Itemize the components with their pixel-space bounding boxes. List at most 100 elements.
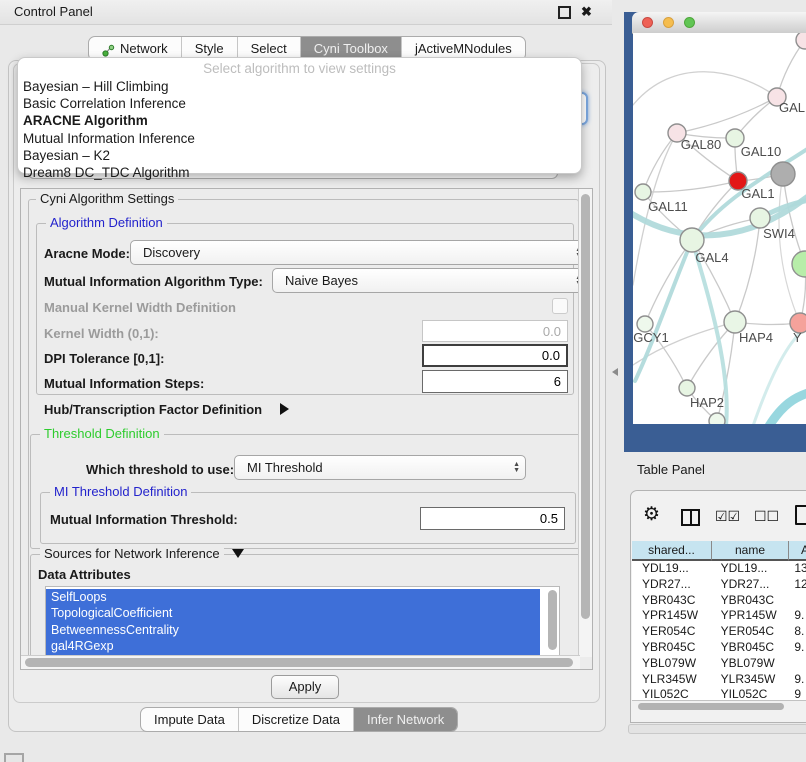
network-node[interactable] bbox=[709, 413, 725, 424]
control-panel-titlebar: Control Panel ✖ bbox=[0, 0, 612, 25]
panel-splitter-arrow[interactable] bbox=[612, 368, 618, 376]
algorithm-option-aracne-algorithm[interactable]: ARACNE Algorithm bbox=[23, 112, 577, 129]
mi-threshold-field[interactable]: 0.5 bbox=[420, 507, 565, 530]
table-cell: YBR043C bbox=[711, 593, 787, 609]
settings-vertical-scrollbar[interactable] bbox=[578, 189, 592, 657]
attribute-item-selfloops[interactable]: SelfLoops bbox=[46, 589, 540, 605]
dpi-tolerance-field[interactable]: 0.0 bbox=[422, 344, 568, 367]
mi-threshold-definition-title: MI Threshold Definition bbox=[50, 485, 191, 499]
network-edge bbox=[677, 97, 777, 133]
minimized-panel-icon[interactable] bbox=[4, 753, 24, 762]
mi-algorithm-type-combobox[interactable]: Naive Bayes ▲▼ bbox=[272, 268, 580, 293]
data-attributes-list: SelfLoopsTopologicalCoefficientBetweenne… bbox=[45, 586, 560, 656]
settings-hscroll-thumb[interactable] bbox=[25, 658, 573, 667]
table-cell: 9 bbox=[786, 687, 806, 700]
network-node[interactable] bbox=[796, 33, 806, 49]
algorithm-dropdown: Select algorithm to view settings Bayesi… bbox=[17, 57, 582, 174]
hub-definition-label: Hub/Transcription Factor Definition bbox=[44, 402, 262, 417]
table-cell: 13 bbox=[786, 561, 806, 577]
control-panel-title: Control Panel bbox=[14, 4, 93, 19]
mi-steps-field[interactable]: 6 bbox=[422, 370, 568, 393]
network-node[interactable] bbox=[635, 184, 651, 200]
network-window-titlebar[interactable] bbox=[632, 12, 806, 34]
table-horizontal-scrollbar[interactable] bbox=[632, 700, 806, 713]
network-canvas[interactable]: GALGAL80GAL10GAL1GAL11SWI4GAL4GCY1HAP4YH… bbox=[633, 33, 806, 424]
table-row[interactable]: YBR043CYBR043C bbox=[632, 593, 806, 609]
table-cell: YPR145W bbox=[632, 608, 711, 624]
table-row[interactable]: YDL19...YDL19...13 bbox=[632, 561, 806, 577]
table-row[interactable]: YER054CYER054C8. bbox=[632, 624, 806, 640]
table-row[interactable]: YBL079WYBL079W bbox=[632, 656, 806, 672]
sources-title: Sources for Network Inference bbox=[40, 547, 224, 561]
table-cell: YLR345W bbox=[711, 672, 787, 688]
window-minimize-button[interactable] bbox=[663, 17, 674, 28]
aracne-mode-value: Discovery bbox=[143, 241, 200, 264]
tab-infer-network[interactable]: Infer Network bbox=[354, 708, 457, 731]
attribute-item-gal4rgexp[interactable]: gal4RGexp bbox=[46, 638, 540, 654]
node-label: Y bbox=[793, 330, 802, 345]
settings-horizontal-scrollbar[interactable] bbox=[21, 655, 580, 669]
network-node[interactable] bbox=[792, 251, 806, 277]
node-label: HAP4 bbox=[739, 330, 773, 345]
settings-vscroll-thumb[interactable] bbox=[581, 194, 590, 619]
network-node[interactable] bbox=[750, 208, 770, 228]
attribute-item-topologicalcoefficient[interactable]: TopologicalCoefficient bbox=[46, 605, 540, 621]
manual-kernel-width-checkbox[interactable] bbox=[552, 298, 568, 314]
dpi-tolerance-label: DPI Tolerance [0,1]: bbox=[44, 351, 164, 366]
aracne-mode-combobox[interactable]: Discovery ▲▼ bbox=[130, 240, 580, 265]
kernel-width-label: Kernel Width (0,1): bbox=[44, 326, 159, 341]
table-row[interactable]: YPR145WYPR145W9. bbox=[632, 608, 806, 624]
kernel-width-field[interactable]: 0.0 bbox=[422, 320, 568, 342]
which-threshold-combobox[interactable]: MI Threshold ▲▼ bbox=[234, 455, 526, 480]
list-scrollbar-thumb[interactable] bbox=[548, 590, 557, 650]
algorithm-option-dream8-dc-tdc-algorithm[interactable]: Dream8 DC_TDC Algorithm bbox=[23, 164, 577, 181]
columns-icon[interactable] bbox=[681, 509, 700, 526]
table-row[interactable]: YDR27...YDR27...12 bbox=[632, 577, 806, 593]
deselect-all-checkboxes-icon[interactable]: ☐☐ bbox=[754, 508, 779, 525]
table-cell: YDL19... bbox=[632, 561, 711, 577]
table-cell: YBL079W bbox=[632, 656, 711, 672]
table-cell: 8. bbox=[786, 624, 806, 640]
float-window-icon[interactable] bbox=[558, 6, 571, 19]
table-row[interactable]: YLR345WYLR345W9. bbox=[632, 672, 806, 688]
column-header-shared[interactable]: shared... bbox=[632, 541, 712, 561]
algorithm-option-bayesian-k2[interactable]: Bayesian – K2 bbox=[23, 147, 577, 164]
network-node[interactable] bbox=[680, 228, 704, 252]
network-node[interactable] bbox=[679, 380, 695, 396]
hub-expand-icon[interactable] bbox=[280, 403, 289, 415]
algorithm-option-mutual-information-inference[interactable]: Mutual Information Inference bbox=[23, 130, 577, 147]
table-cell: YDR27... bbox=[632, 577, 711, 593]
close-icon[interactable]: ✖ bbox=[581, 0, 592, 24]
table-row[interactable]: YBR045CYBR045C9. bbox=[632, 640, 806, 656]
table-panel-title: Table Panel bbox=[637, 462, 705, 477]
window-close-button[interactable] bbox=[642, 17, 653, 28]
node-label: HAP2 bbox=[690, 395, 724, 410]
sources-collapse-icon[interactable] bbox=[232, 549, 244, 558]
mi-algorithm-type-value: Naive Bayes bbox=[285, 269, 358, 292]
table-panel: ⚙ ☑☑ ☐☐ shared...nameA YDL19...YDL19...1… bbox=[630, 490, 806, 723]
gear-icon[interactable]: ⚙ bbox=[643, 503, 660, 526]
attribute-item-betweennesscentrality[interactable]: BetweennessCentrality bbox=[46, 622, 540, 638]
window-zoom-button[interactable] bbox=[684, 17, 695, 28]
network-tab-icon bbox=[102, 42, 115, 55]
algorithm-definition-title: Algorithm Definition bbox=[46, 216, 167, 230]
column-header-a[interactable]: A bbox=[789, 541, 806, 561]
mi-threshold-label: Mutual Information Threshold: bbox=[50, 512, 238, 527]
tab-impute-data[interactable]: Impute Data bbox=[141, 708, 239, 731]
column-header-name[interactable]: name bbox=[712, 541, 789, 561]
combo-stepper-icon: ▲▼ bbox=[513, 462, 520, 474]
apply-button[interactable]: Apply bbox=[271, 675, 339, 699]
table-hscroll-thumb[interactable] bbox=[638, 703, 784, 710]
algorithm-option-bayesian-hill-climbing[interactable]: Bayesian – Hill Climbing bbox=[23, 78, 577, 95]
table-row[interactable]: YIL052CYIL052C9 bbox=[632, 687, 806, 700]
select-all-checkboxes-icon[interactable]: ☑☑ bbox=[715, 508, 740, 525]
mi-algorithm-type-label: Mutual Information Algorithm Type: bbox=[44, 274, 263, 289]
tab-label: jActiveMNodules bbox=[415, 38, 512, 59]
which-threshold-label: Which threshold to use: bbox=[86, 462, 234, 477]
network-node[interactable] bbox=[771, 162, 795, 186]
tab-label: Cyni Toolbox bbox=[314, 38, 388, 59]
document-icon[interactable] bbox=[795, 505, 806, 525]
algorithm-option-basic-correlation-inference[interactable]: Basic Correlation Inference bbox=[23, 95, 577, 112]
tab-label: Impute Data bbox=[154, 709, 225, 730]
tab-discretize-data[interactable]: Discretize Data bbox=[239, 708, 354, 731]
